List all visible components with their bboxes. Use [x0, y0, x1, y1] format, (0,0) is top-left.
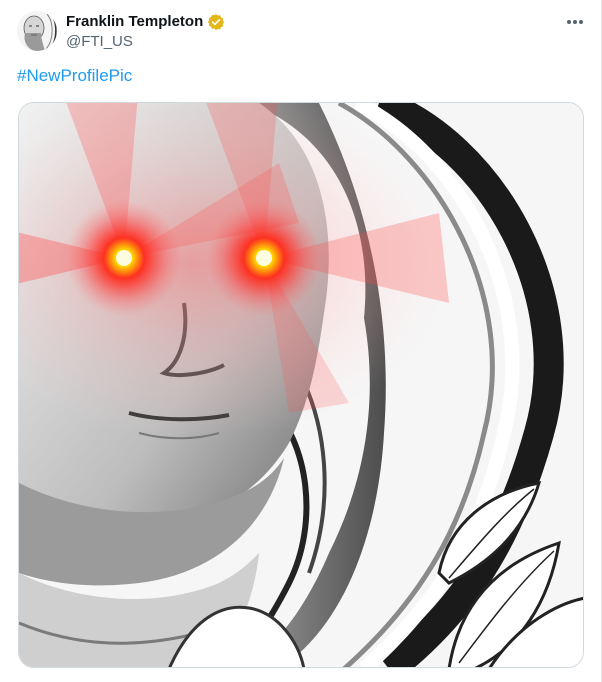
more-horizontal-icon — [567, 20, 571, 24]
gold-verified-badge-icon[interactable] — [207, 13, 225, 31]
hashtag-link[interactable]: #NewProfilePic — [17, 65, 132, 87]
tweet-card[interactable]: Franklin Templeton @FTI_US #NewProfilePi… — [0, 0, 602, 682]
author-avatar[interactable] — [17, 11, 57, 51]
author-display-name[interactable]: Franklin Templeton — [66, 12, 203, 32]
more-options-button[interactable] — [565, 12, 585, 32]
avatar-portrait-icon — [17, 11, 57, 51]
tweet-media-image[interactable] — [18, 102, 584, 668]
author-handle[interactable]: @FTI_US — [66, 32, 133, 52]
portrait-laser-eyes-image — [19, 103, 583, 667]
